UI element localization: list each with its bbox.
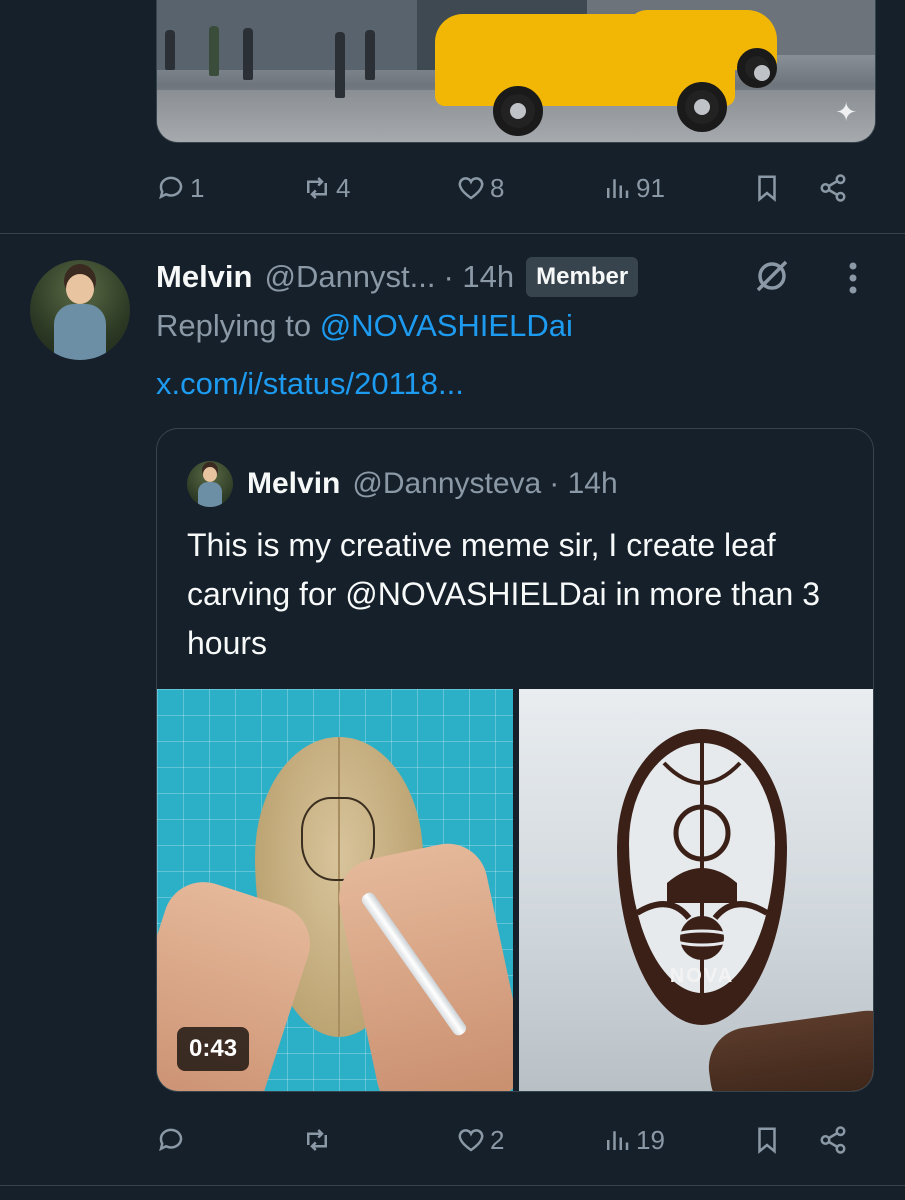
bookmark-icon <box>758 1127 776 1154</box>
repost-icon <box>307 1129 327 1151</box>
bookmark-button[interactable] <box>752 1120 782 1160</box>
repost-icon <box>307 177 327 199</box>
top-tweet-media[interactable]: ✦ <box>156 0 876 143</box>
share-icon <box>820 174 846 202</box>
reply-tweet-actions: 2 19 <box>156 1120 856 1160</box>
reply-count: 1 <box>190 172 205 203</box>
like-icon <box>458 177 484 200</box>
views-count: 19 <box>636 1124 665 1155</box>
like-button[interactable]: 2 <box>456 1120 504 1160</box>
replying-prefix: Replying to <box>156 308 320 343</box>
quote-author-handle: @Dannysteva <box>352 467 542 500</box>
bookmark-button[interactable] <box>752 168 782 208</box>
reply-button[interactable]: 1 <box>156 168 204 208</box>
grok-icon[interactable] <box>750 254 794 298</box>
share-button[interactable] <box>818 168 848 208</box>
replying-to-link[interactable]: @NOVASHIELDai <box>320 308 573 343</box>
more-icon[interactable] <box>838 258 868 298</box>
author-name[interactable]: Melvin <box>156 259 252 295</box>
quote-text: This is my creative meme sir, I create l… <box>187 527 821 661</box>
share-button[interactable] <box>818 1120 848 1160</box>
reply-button[interactable] <box>156 1120 190 1160</box>
views-count: 91 <box>636 172 665 203</box>
top-tweet-actions: 1 4 8 91 <box>156 168 856 208</box>
views-button[interactable]: 91 <box>602 168 665 208</box>
reply-icon <box>159 1128 183 1152</box>
like-icon <box>458 1129 484 1152</box>
video-duration: 0:43 <box>177 1027 250 1071</box>
tweet-header: Melvin @Dannyst... · 14h Member <box>156 252 639 302</box>
quote-tweet-card[interactable]: Melvin @Dannysteva · 14h This is my crea… <box>156 428 874 1092</box>
replying-to: Replying to @NOVASHIELDai <box>156 308 573 344</box>
views-icon <box>607 1131 629 1150</box>
member-badge[interactable]: Member <box>526 257 639 297</box>
quote-avatar[interactable] <box>187 461 233 507</box>
share-icon <box>820 1126 846 1154</box>
like-button[interactable]: 8 <box>456 168 504 208</box>
bookmark-icon <box>758 175 776 202</box>
views-icon <box>607 179 629 198</box>
repost-button[interactable]: 4 <box>302 168 350 208</box>
author-handle[interactable]: @Dannyst... <box>264 259 435 295</box>
views-button[interactable]: 19 <box>602 1120 665 1160</box>
carving-label: NOVA <box>669 965 735 987</box>
tweet-divider <box>0 1185 905 1186</box>
like-count: 8 <box>490 172 505 203</box>
quote-author-name: Melvin <box>247 467 341 500</box>
quote-time: · 14h <box>549 467 618 500</box>
tweet-divider <box>0 233 905 234</box>
avatar[interactable] <box>30 260 130 360</box>
repost-button[interactable] <box>302 1120 336 1160</box>
quote-header: Melvin @Dannysteva · 14h <box>247 461 618 507</box>
reply-icon <box>159 176 183 200</box>
status-link[interactable]: x.com/i/status/20118... <box>156 366 464 402</box>
like-count: 2 <box>490 1124 505 1155</box>
carving-figure <box>635 743 769 993</box>
sparkle-icon: ✦ <box>835 97 857 127</box>
quote-image[interactable]: NOVA <box>519 689 873 1091</box>
repost-count: 4 <box>336 172 351 203</box>
tweet-time[interactable]: · 14h <box>444 259 515 295</box>
quote-video[interactable]: 0:43 <box>157 689 513 1091</box>
